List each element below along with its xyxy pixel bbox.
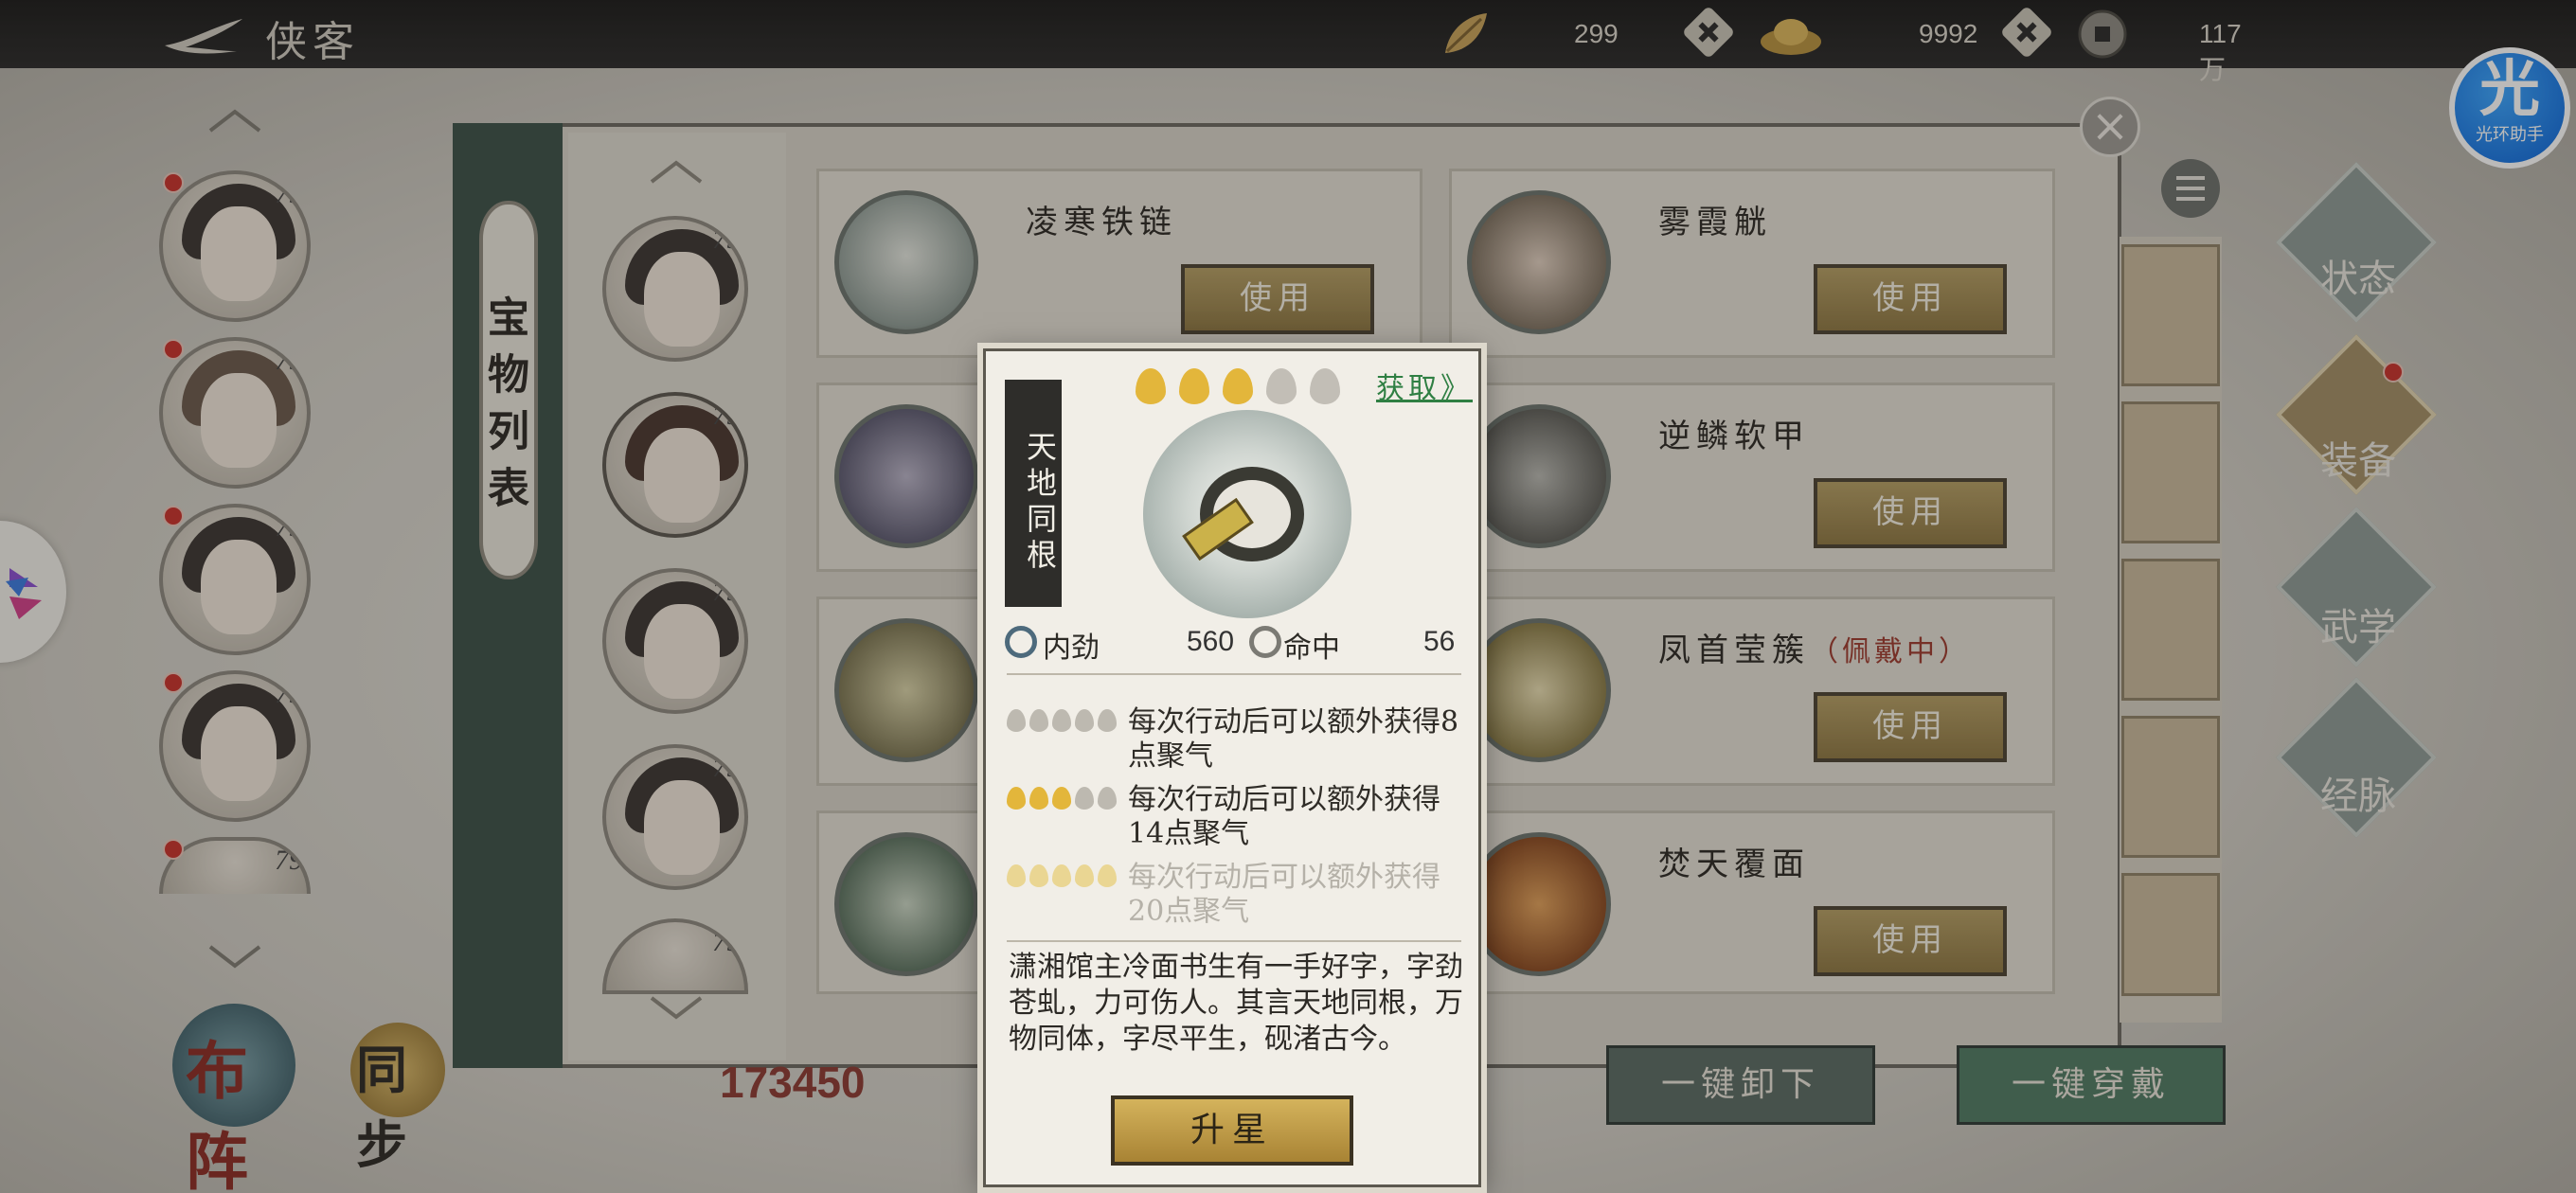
item-detail-popup: 天地同根 获取》 内劲 560 命中 56 每次行动后可以额外获得8点聚气 每次… (983, 348, 1481, 1187)
star-filled-icon (1179, 368, 1209, 404)
upgrade-star-button[interactable]: 升星 (1111, 1095, 1353, 1166)
item-art (1143, 410, 1351, 618)
target-icon (1249, 626, 1281, 658)
star-empty-icon (1266, 368, 1297, 404)
effect-stars (1007, 783, 1126, 811)
effect-row: 每次行动后可以额外获得20点聚气 (1007, 861, 1461, 928)
star-empty-icon (1310, 368, 1340, 404)
item-name-banner: 天地同根 (1005, 380, 1062, 607)
effect-stars (1007, 861, 1126, 889)
effect-row: 每次行动后可以额外获得8点聚气 (1007, 705, 1461, 773)
star-filled-icon (1136, 368, 1166, 404)
item-stats: 内劲 560 命中 56 (1005, 618, 1469, 666)
effect-row: 每次行动后可以额外获得14点聚气 (1007, 783, 1461, 850)
star-filled-icon (1223, 368, 1253, 404)
get-link[interactable]: 获取》 (1376, 365, 1473, 406)
item-description: 潇湘馆主冷面书生有一手好字，字劲苍虬，力可伤人。其言天地同根，万物同体，字尽平生… (1009, 951, 1463, 1056)
spiral-icon (1005, 626, 1037, 658)
effect-stars (1007, 705, 1126, 734)
